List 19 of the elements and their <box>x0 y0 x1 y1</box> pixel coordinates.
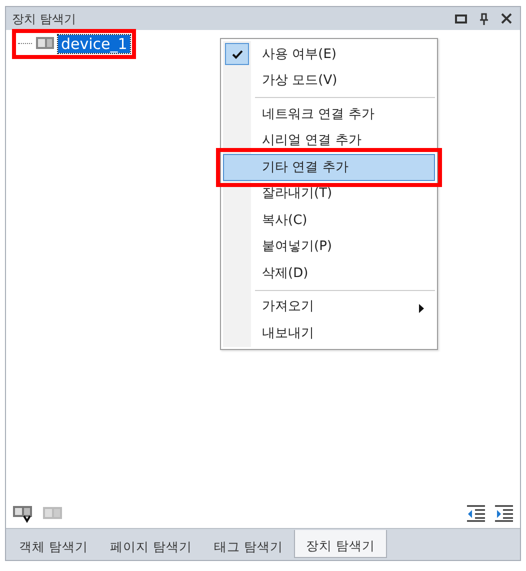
menu-item[interactable]: 붙여넣기(P) <box>223 234 435 260</box>
indent-icon[interactable] <box>494 503 514 523</box>
menu-item[interactable]: 가상 모드(V) <box>223 68 435 94</box>
outdent-icon[interactable] <box>466 503 486 523</box>
panel-title: 장치 탐색기 <box>12 10 76 28</box>
menu-item[interactable]: 네트워크 연결 추가 <box>223 101 435 128</box>
tab[interactable]: 객체 탐색기 <box>8 530 99 558</box>
menu-item[interactable]: 잘라내기(T) <box>223 180 435 207</box>
menu-item[interactable]: 삭제(D) <box>223 260 435 286</box>
menu-item[interactable]: 사용 여부(E) <box>223 41 435 68</box>
menu-item[interactable]: 시리얼 연결 추가 <box>223 128 435 154</box>
tree-item[interactable]: device_1 <box>58 34 130 53</box>
tab[interactable]: 태그 탐색기 <box>202 530 294 558</box>
tab[interactable]: 페이지 탐색기 <box>98 530 203 558</box>
menu-item[interactable]: 가져오기 <box>223 294 435 320</box>
menu-item[interactable]: 복사(C) <box>223 207 435 234</box>
menu-item[interactable]: 기타 연결 추가 <box>223 154 435 180</box>
tab[interactable]: 장치 탐색기 <box>294 530 387 558</box>
menu-item[interactable]: 내보내기 <box>223 320 435 346</box>
